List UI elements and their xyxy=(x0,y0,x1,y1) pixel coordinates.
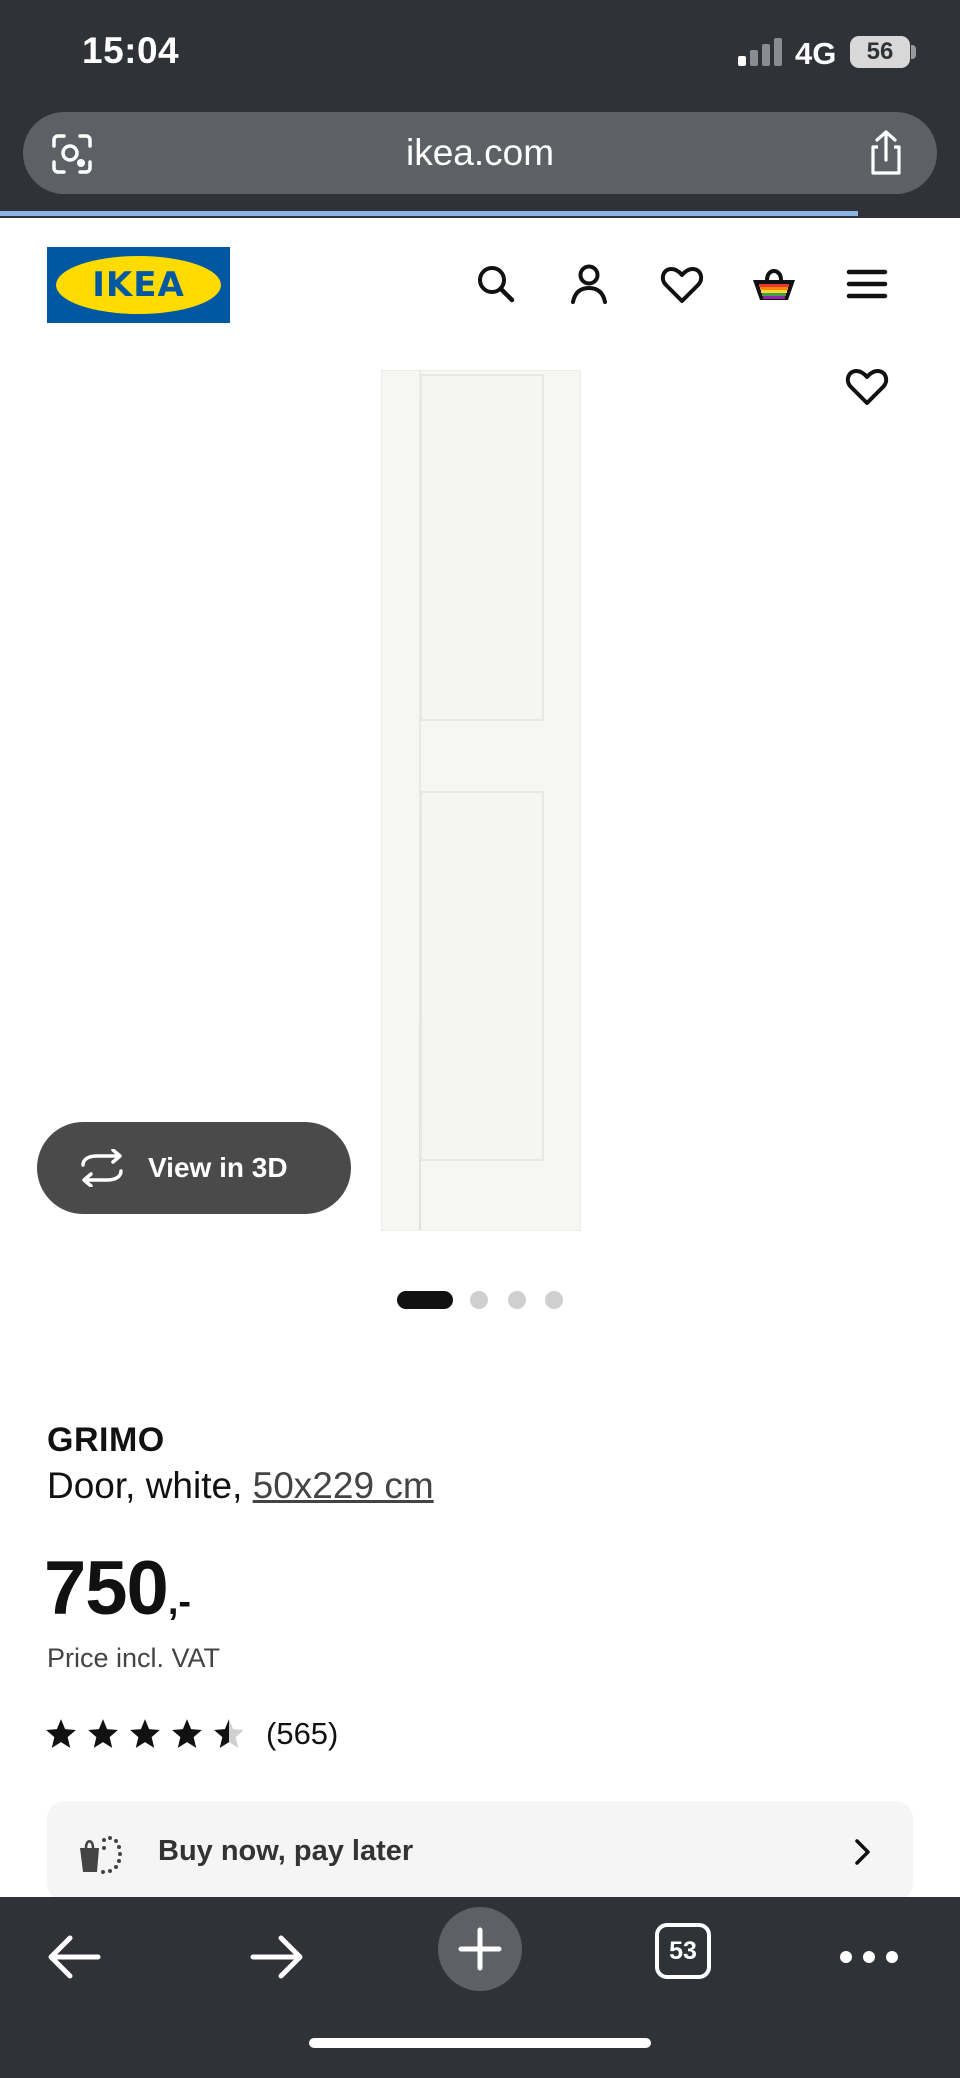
product-size-link[interactable]: 50x229 cm xyxy=(253,1465,434,1506)
browser-chrome: 15:04 4G 56 ikea.com xyxy=(0,0,960,218)
account-icon[interactable] xyxy=(565,260,613,308)
pagination-dot-2[interactable] xyxy=(470,1291,488,1309)
product-gallery[interactable]: View in 3D xyxy=(0,354,960,1334)
pagination-dot-1[interactable] xyxy=(397,1291,453,1309)
ikea-logo[interactable]: IKEA xyxy=(47,247,230,323)
product-name: GRIMO xyxy=(47,1421,165,1459)
buy-now-pay-later-row[interactable]: Buy now, pay later xyxy=(47,1801,913,1901)
reviews-count[interactable]: (565) xyxy=(266,1716,338,1752)
tabs-button[interactable]: 53 xyxy=(655,1923,711,1979)
product-description: Door, white, 50x229 cm xyxy=(47,1465,434,1507)
back-icon[interactable] xyxy=(34,1917,114,1997)
forward-icon[interactable] xyxy=(237,1917,317,1997)
pagination-dot-3[interactable] xyxy=(508,1291,526,1309)
address-bar[interactable]: ikea.com xyxy=(23,112,937,194)
battery-tip xyxy=(911,45,916,59)
rotate-3d-icon xyxy=(81,1149,123,1187)
view-in-3d-button[interactable]: View in 3D xyxy=(37,1122,351,1214)
product-type: Door, white, xyxy=(47,1465,253,1506)
star-icon xyxy=(88,1719,118,1748)
url-text[interactable]: ikea.com xyxy=(23,112,937,194)
battery-icon: 56 xyxy=(850,36,910,68)
gallery-pagination xyxy=(0,1289,960,1309)
product-image[interactable] xyxy=(381,370,581,1231)
door-upper-panel xyxy=(420,374,544,721)
page: 15:04 4G 56 ikea.com IKEA View in 3D GRI… xyxy=(0,0,960,2078)
basket-icon[interactable] xyxy=(750,260,798,308)
payment-bag-icon xyxy=(80,1836,122,1874)
half-star-icon xyxy=(214,1719,244,1748)
bnpl-label: Buy now, pay later xyxy=(158,1835,414,1867)
logo-text: IKEA xyxy=(56,256,221,314)
new-tab-button[interactable] xyxy=(438,1907,522,1991)
browser-toolbar: 53 xyxy=(0,1897,960,2078)
chevron-right-icon xyxy=(855,1839,870,1865)
price-suffix: ,- xyxy=(167,1581,192,1623)
plus-icon xyxy=(458,1927,502,1971)
share-icon[interactable] xyxy=(861,128,911,178)
page-load-progress xyxy=(0,211,858,216)
search-icon[interactable] xyxy=(472,260,520,308)
star-icon xyxy=(46,1719,76,1748)
pagination-dot-4[interactable] xyxy=(545,1291,563,1309)
star-icon xyxy=(130,1719,160,1748)
star-icon xyxy=(172,1719,202,1748)
more-options-icon[interactable] xyxy=(829,1917,909,1997)
door-lower-panel xyxy=(420,791,544,1161)
price-integer: 750 xyxy=(44,1546,169,1631)
status-time: 15:04 xyxy=(82,30,180,71)
product-price: 750,- xyxy=(44,1545,191,1632)
menu-icon[interactable] xyxy=(843,260,891,308)
signal-icon xyxy=(738,36,784,66)
home-indicator[interactable] xyxy=(309,2038,651,2048)
vat-note: Price incl. VAT xyxy=(47,1643,221,1673)
view-in-3d-label: View in 3D xyxy=(148,1152,288,1183)
heart-icon[interactable] xyxy=(658,260,706,308)
site-header: IKEA xyxy=(0,218,960,354)
save-to-list-icon[interactable] xyxy=(843,362,891,410)
network-type: 4G xyxy=(795,36,837,71)
